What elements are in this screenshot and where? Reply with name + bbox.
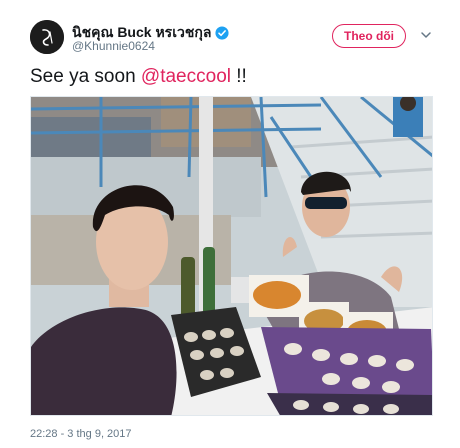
embedded-tweet: นิชคุณ Buck หรเวชกุล @Khunnie0624 Theo d… bbox=[0, 0, 460, 448]
tweet-photo[interactable] bbox=[30, 96, 433, 416]
avatar[interactable] bbox=[30, 20, 64, 54]
selfie-photo bbox=[31, 97, 432, 415]
tweet-text-body: See ya soon bbox=[30, 66, 141, 87]
user-handle[interactable]: @Khunnie0624 bbox=[72, 39, 155, 53]
tweet-timestamp[interactable]: 22:28 - 3 thg 9, 2017 bbox=[30, 428, 132, 440]
tweet-text: See ya soon @taeccool !! bbox=[30, 66, 247, 88]
chevron-down-icon[interactable] bbox=[420, 30, 432, 40]
verified-badge-icon bbox=[215, 26, 229, 40]
mention-link[interactable]: @taeccool bbox=[141, 66, 231, 87]
tweet-text-end: !! bbox=[230, 66, 247, 87]
follow-button[interactable]: Theo dõi bbox=[332, 24, 406, 48]
